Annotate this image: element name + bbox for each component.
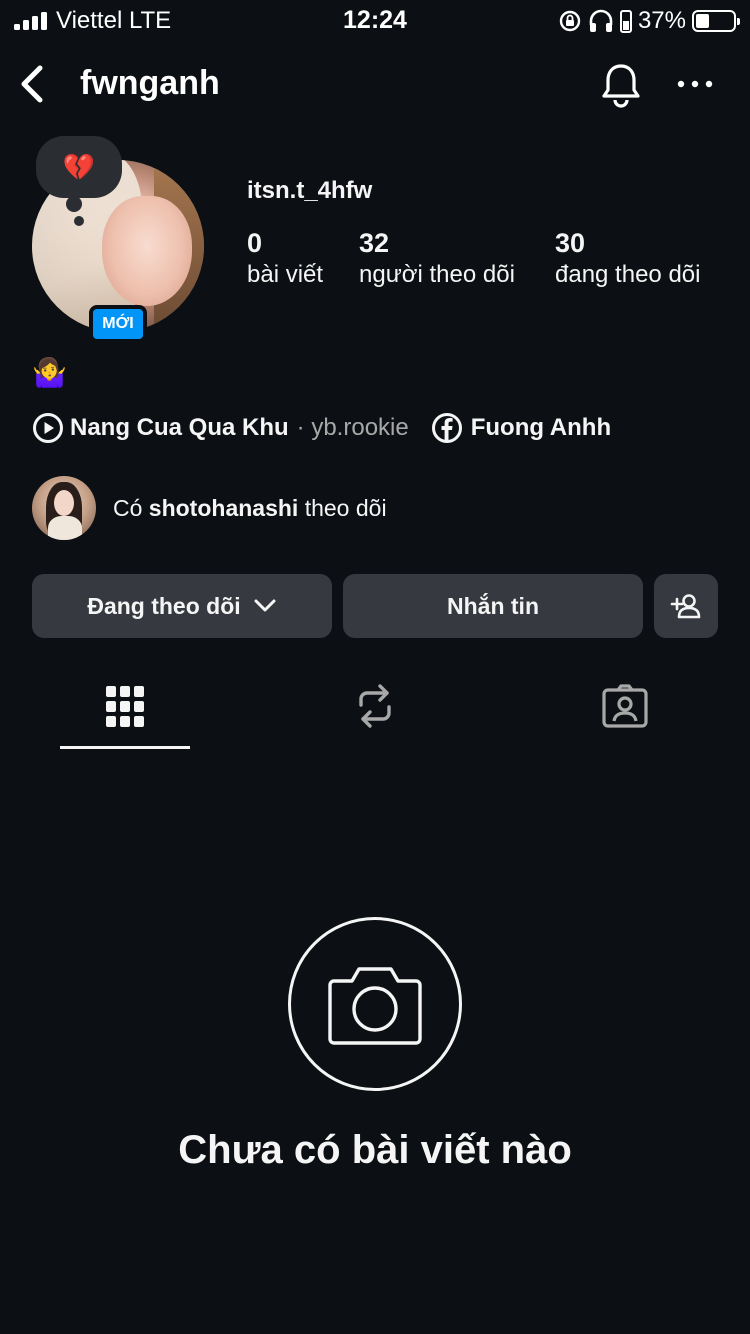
- stat-label: người theo dõi: [359, 261, 515, 288]
- tab-tagged[interactable]: [560, 660, 690, 752]
- active-tab-indicator: [60, 746, 190, 749]
- profile-tabs: [0, 660, 750, 752]
- followed-by-text: Có shotohanashi theo dõi: [113, 494, 387, 521]
- bio-emoji: 🤷‍♀️: [32, 357, 67, 388]
- stat-label: bài viết: [247, 261, 324, 288]
- following-button[interactable]: Đang theo dõi: [32, 574, 332, 638]
- message-button[interactable]: Nhắn tin: [343, 574, 643, 638]
- add-user-button[interactable]: [654, 574, 718, 638]
- links-row: Nang Cua Qua Khu · yb.rookie Fuong Anhh: [32, 408, 611, 448]
- stat-value: 0: [247, 228, 263, 258]
- headphones-icon: [589, 9, 613, 32]
- tagged-icon: [602, 684, 648, 728]
- broken-heart-note: 💔: [62, 151, 96, 182]
- status-bar: Viettel LTE 12:24 37%: [0, 0, 750, 42]
- stat-followers[interactable]: 32 người theo dõi: [359, 228, 515, 289]
- camera-icon: [328, 967, 422, 1045]
- new-badge: MỚI: [89, 305, 147, 343]
- back-icon[interactable]: [14, 62, 48, 106]
- stat-posts[interactable]: 0 bài viết: [247, 228, 323, 289]
- follower-avatar: [32, 476, 96, 540]
- rotation-lock-icon: [559, 10, 581, 32]
- battery-percent: 37%: [637, 7, 686, 34]
- music-title[interactable]: Nang Cua Qua Khu: [70, 414, 289, 442]
- stat-following[interactable]: 30 đang theo dõi: [555, 228, 700, 289]
- stat-label: đang theo dõi: [555, 261, 701, 288]
- tab-posts[interactable]: [60, 660, 190, 752]
- note-bubble[interactable]: 💔: [36, 136, 122, 198]
- following-button-label: Đang theo dõi: [87, 592, 241, 619]
- stat-value: 32: [359, 228, 390, 258]
- battery-icon: [692, 10, 740, 32]
- empty-state-title: Chưa có bài viết nào: [178, 1128, 572, 1172]
- bell-icon[interactable]: [598, 60, 644, 108]
- threads-handle[interactable]: itsn.t_4hfw: [247, 177, 372, 205]
- music-artist[interactable]: · yb.rookie: [297, 414, 409, 442]
- battery-small-icon: [619, 10, 632, 33]
- profile-header: fwnganh: [0, 48, 750, 122]
- chevron-down-icon: [254, 599, 276, 612]
- repost-icon: [359, 684, 391, 728]
- grid-icon: [106, 686, 144, 727]
- empty-state-camera: [288, 917, 462, 1091]
- facebook-link[interactable]: Fuong Anhh: [471, 414, 611, 442]
- followed-by[interactable]: Có shotohanashi theo dõi: [32, 476, 387, 540]
- more-icon[interactable]: [676, 74, 714, 94]
- message-button-label: Nhắn tin: [447, 592, 539, 619]
- play-circle-icon[interactable]: [32, 412, 64, 444]
- add-user-icon: [670, 594, 701, 619]
- tab-reposts[interactable]: [310, 660, 440, 752]
- stat-value: 30: [555, 228, 586, 258]
- facebook-icon[interactable]: [431, 412, 463, 444]
- page-title: fwnganh: [80, 64, 220, 102]
- followed-by-user: shotohanashi: [148, 494, 299, 521]
- battery-fill: [696, 14, 710, 28]
